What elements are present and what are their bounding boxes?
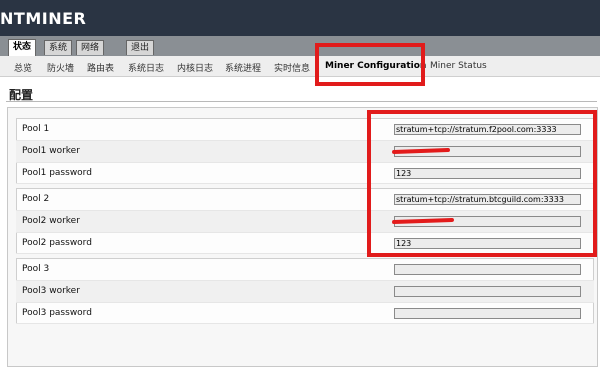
subnav-kernel-log[interactable]: 内核日志 — [177, 61, 213, 74]
logo-prefix: NT — [0, 9, 26, 28]
tab-status[interactable]: 状态 — [8, 39, 37, 57]
subnav-routes[interactable]: 路由表 — [87, 61, 114, 74]
tab-network[interactable]: 网络 — [76, 40, 105, 55]
tab-logout[interactable]: 退出 — [126, 40, 155, 55]
pool3-url-label: Pool 3 — [22, 264, 50, 274]
tab-system[interactable]: 系统 — [44, 40, 73, 55]
pool3-worker-input[interactable] — [394, 286, 581, 297]
subnav-firewall[interactable]: 防火墙 — [47, 61, 74, 74]
pool3-password-label: Pool3 password — [22, 308, 92, 318]
pool2-password-label: Pool2 password — [22, 238, 92, 248]
subnav-overview[interactable]: 总览 — [14, 61, 32, 74]
pool1-password-label: Pool1 password — [22, 168, 92, 178]
pool2-worker-label: Pool2 worker — [22, 216, 80, 226]
title-divider — [6, 101, 597, 102]
pool2-url-label: Pool 2 — [22, 194, 50, 204]
pool3-worker-label: Pool3 worker — [22, 286, 80, 296]
pool1-worker-label: Pool1 worker — [22, 146, 80, 156]
fields-highlight-box — [367, 110, 597, 257]
subnav-processes[interactable]: 系统进程 — [225, 61, 261, 74]
logo-text: MINER — [25, 9, 87, 28]
subnav-realtime[interactable]: 实时信息 — [274, 61, 310, 74]
tab-highlight-box — [315, 43, 425, 86]
pool3-password-input[interactable] — [394, 308, 581, 319]
pool1-url-label: Pool 1 — [22, 124, 50, 134]
subnav-miner-status[interactable]: Miner Status — [430, 61, 487, 71]
app-logo: NTMINER — [0, 9, 86, 28]
subnav-system-log[interactable]: 系统日志 — [128, 61, 164, 74]
top-header — [0, 0, 600, 36]
pool3-url-input[interactable] — [394, 264, 581, 275]
